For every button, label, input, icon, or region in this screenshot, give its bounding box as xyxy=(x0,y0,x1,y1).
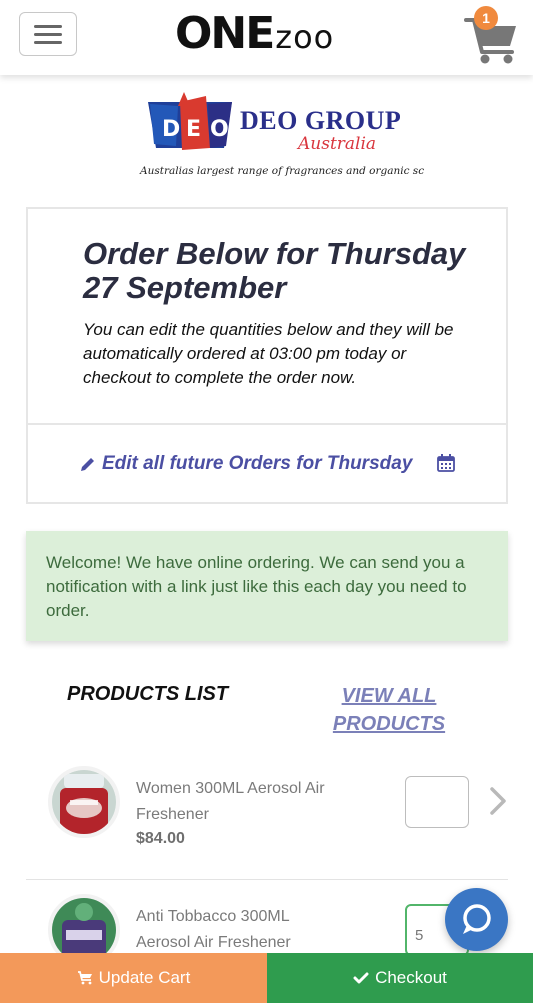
divider xyxy=(28,423,506,425)
chevron-right-icon[interactable] xyxy=(488,786,508,816)
update-cart-button[interactable]: Update Cart xyxy=(0,953,267,1003)
cart-count-badge: 1 xyxy=(474,6,498,30)
product-row[interactable]: Women 300ML Aerosol Air Freshener $84.00 xyxy=(26,752,508,880)
supplier-name: DEO GROUP xyxy=(240,106,402,135)
menu-bar xyxy=(34,33,62,36)
brand-light: zoo xyxy=(275,18,335,56)
pencil-icon xyxy=(81,458,94,471)
update-cart-label: Update Cart xyxy=(98,968,191,987)
order-title: Order Below for Thursday 27 September xyxy=(83,236,466,305)
product-thumbnail xyxy=(48,766,120,838)
product-price: $84.00 xyxy=(136,830,185,847)
supplier-logo-mark: D E O xyxy=(148,92,232,150)
top-header: ONE zoo 1 xyxy=(0,0,533,75)
supplier-region: Australia xyxy=(298,134,377,154)
logo-letter-d: D xyxy=(162,117,180,142)
cart-button[interactable]: 1 xyxy=(462,6,520,66)
chat-icon xyxy=(463,904,491,934)
checkout-label: Checkout xyxy=(375,968,447,987)
logo-letter-o: O xyxy=(210,117,229,142)
brand-bold: ONE xyxy=(175,8,275,59)
logo-letter-e: E xyxy=(186,117,201,142)
checkout-button[interactable]: Checkout xyxy=(267,953,533,1003)
view-all-products-link[interactable]: VIEW ALL PRODUCTS xyxy=(330,682,448,738)
menu-bar xyxy=(34,41,62,44)
cart-icon xyxy=(77,971,92,985)
products-list-title: PRODUCTS LIST xyxy=(67,683,229,705)
product-name: Women 300ML Aerosol Air Freshener xyxy=(136,780,325,823)
brand-logo[interactable]: ONE zoo xyxy=(175,8,334,63)
menu-bar xyxy=(34,25,62,28)
bottom-action-bar: Update Cart Checkout xyxy=(0,953,533,1003)
product-image xyxy=(52,770,116,834)
check-icon xyxy=(353,972,369,984)
welcome-alert: Welcome! We have online ordering. We can… xyxy=(26,531,508,641)
quantity-input[interactable] xyxy=(405,776,469,828)
chat-button[interactable] xyxy=(445,888,508,951)
supplier-tagline: Australias largest range of fragrances a… xyxy=(140,165,425,177)
edit-future-orders-link[interactable]: Edit all future Orders for Thursday xyxy=(80,453,412,475)
edit-future-orders-label: Edit all future Orders for Thursday xyxy=(102,453,413,474)
order-description: You can edit the quantities below and th… xyxy=(83,320,454,387)
calendar-icon[interactable] xyxy=(436,453,456,473)
order-card: Order Below for Thursday 27 September Yo… xyxy=(26,207,508,504)
product-name: Anti Tobbacco 300ML Aerosol Air Freshene… xyxy=(136,908,291,951)
hamburger-menu-button[interactable] xyxy=(19,12,77,56)
